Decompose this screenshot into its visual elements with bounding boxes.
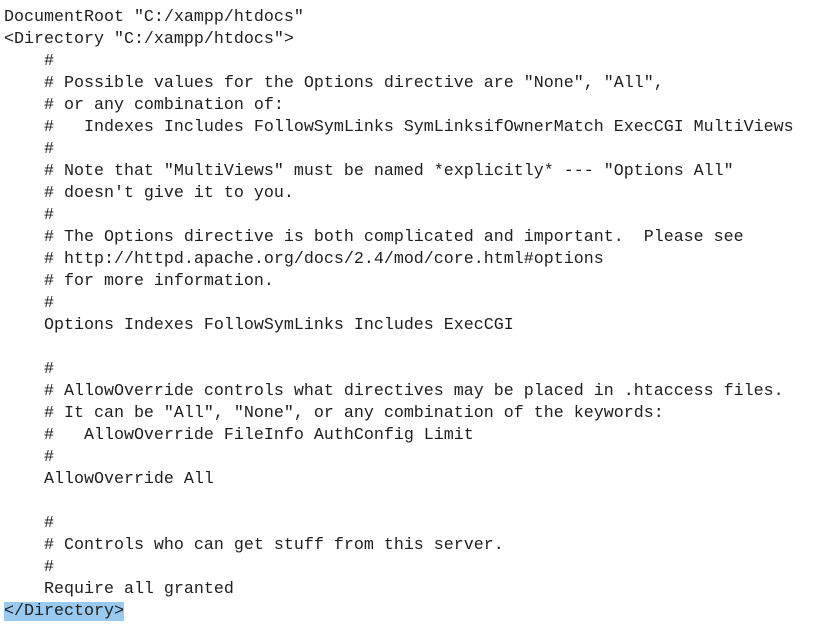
code-line: # for more information. <box>4 272 274 291</box>
code-line: # <box>4 448 54 467</box>
code-line: Options Indexes FollowSymLinks Includes … <box>4 316 514 335</box>
code-line: # <box>4 514 54 533</box>
code-line: Require all granted <box>4 580 234 599</box>
code-line: AllowOverride All <box>4 470 214 489</box>
code-line: # The Options directive is both complica… <box>4 228 744 247</box>
code-line: </Directory> <box>4 601 124 623</box>
code-line: # <box>4 558 54 577</box>
code-line: # AllowOverride FileInfo AuthConfig Limi… <box>4 426 474 445</box>
code-line: # AllowOverride controls what directives… <box>4 382 784 401</box>
code-line: <Directory "C:/xampp/htdocs"> <box>4 30 294 49</box>
code-line: # or any combination of: <box>4 96 284 115</box>
code-line: # Note that "MultiViews" must be named *… <box>4 162 734 181</box>
code-line: # doesn't give it to you. <box>4 184 294 203</box>
code-line: # It can be "All", "None", or any combin… <box>4 404 664 423</box>
code-line: # Indexes Includes FollowSymLinks SymLin… <box>4 118 794 137</box>
code-line: # <box>4 206 54 225</box>
code-line: # Possible values for the Options direct… <box>4 74 664 93</box>
text-editor[interactable]: # DocumentRoot "C:/xampp/htdocs" <Director… <box>0 0 813 631</box>
partial-line: # <box>4 0 14 3</box>
code-line: DocumentRoot "C:/xampp/htdocs" <box>4 8 304 27</box>
code-line: # <box>4 294 54 313</box>
selected-text[interactable]: </Directory> <box>4 602 124 621</box>
code-line: # <box>4 140 54 159</box>
code-line: # Controls who can get stuff from this s… <box>4 536 504 555</box>
code-line: # <box>4 52 54 71</box>
code-line: # http://httpd.apache.org/docs/2.4/mod/c… <box>4 250 604 269</box>
code-line: # <box>4 360 54 379</box>
